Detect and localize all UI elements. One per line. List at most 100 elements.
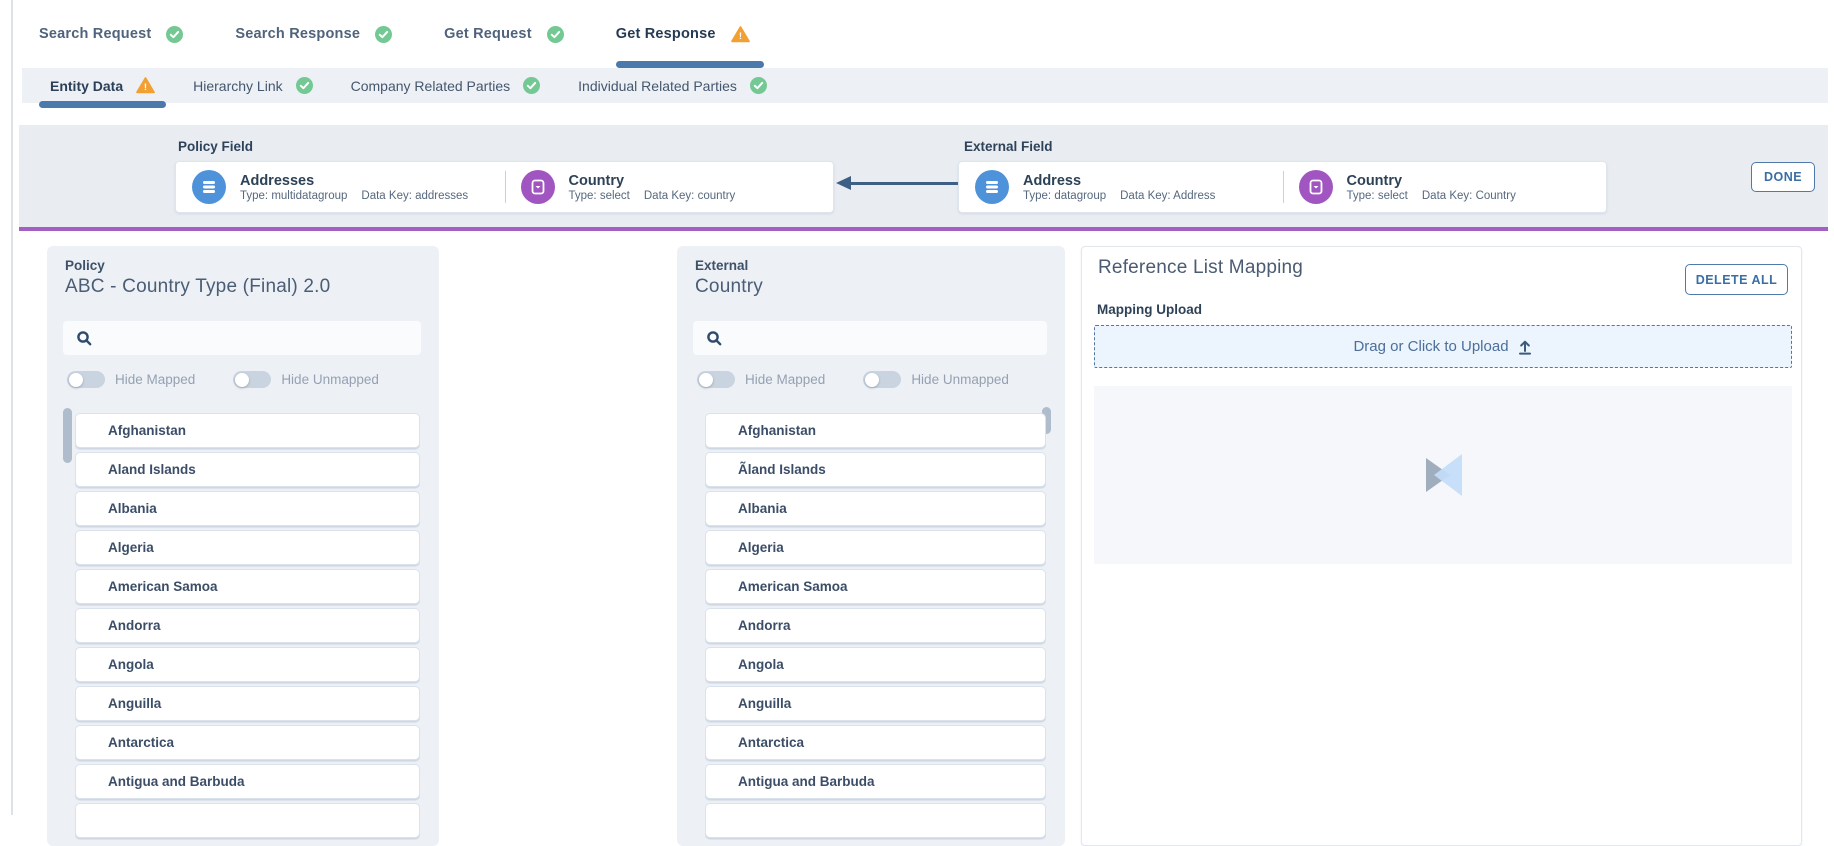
- external-search-input[interactable]: [731, 321, 1047, 355]
- step-tab-get-response[interactable]: Get Response!: [616, 0, 750, 68]
- list-item[interactable]: Angola: [75, 647, 420, 682]
- field-type: Type: select: [569, 190, 630, 202]
- tab-label: Search Response: [235, 26, 360, 42]
- list-item[interactable]: Andorra: [75, 608, 420, 643]
- list-item[interactable]: Anguilla: [75, 686, 420, 721]
- field-data-key: Data Key: Country: [1422, 190, 1516, 202]
- external-field-country[interactable]: Country Type: select Data Key: Country: [1283, 162, 1607, 212]
- tab-label: Individual Related Parties: [578, 78, 737, 94]
- list-item[interactable]: Antigua and Barbuda: [75, 764, 420, 799]
- policy-field-card[interactable]: Addresses Type: multidatagroup Data Key:…: [175, 161, 834, 213]
- active-tab-underline: [39, 101, 166, 108]
- list-item[interactable]: American Samoa: [705, 569, 1046, 604]
- policy-search-input[interactable]: [101, 321, 421, 355]
- external-search-box[interactable]: [693, 321, 1047, 355]
- hide-unmapped-label: Hide Unmapped: [911, 372, 1009, 387]
- svg-text:!: !: [144, 82, 147, 93]
- sub-tab-bar: Entity Data! Hierarchy Link Company Relate…: [22, 68, 1828, 103]
- list-item[interactable]: Algeria: [75, 530, 420, 565]
- select-icon: [1299, 170, 1333, 204]
- list-item[interactable]: Ãland Islands: [705, 452, 1046, 487]
- list-item[interactable]: American Samoa: [75, 569, 420, 604]
- list-item[interactable]: Angola: [705, 647, 1046, 682]
- field-data-key: Data Key: country: [644, 190, 735, 202]
- policy-country-list: Afghanistan Aland Islands Albania Algeria Am…: [75, 413, 420, 846]
- tab-label: Hierarchy Link: [193, 78, 282, 94]
- hide-unmapped-toggle[interactable]: [863, 371, 901, 388]
- step-tab-search-request[interactable]: Search Request: [39, 0, 183, 68]
- policy-field-addresses[interactable]: Addresses Type: multidatagroup Data Key:…: [176, 162, 505, 212]
- policy-field-country[interactable]: Country Type: select Data Key: country: [505, 162, 834, 212]
- toggle-knob: [235, 373, 249, 387]
- policy-toggle-row: Hide Mapped Hide Unmapped: [67, 371, 379, 388]
- field-divider: [1283, 171, 1285, 203]
- external-field-address[interactable]: Address Type: datagroup Data Key: Addres…: [959, 162, 1283, 212]
- field-name: Country: [569, 173, 625, 189]
- upload-dropzone-text: Drag or Click to Upload: [1353, 338, 1508, 355]
- field-name: Addresses: [240, 173, 314, 189]
- external-panel-kicker: External: [695, 258, 748, 273]
- svg-text:!: !: [739, 31, 742, 42]
- done-button[interactable]: DONE: [1751, 162, 1815, 192]
- toggle-knob: [865, 373, 879, 387]
- policy-panel: Policy ABC - Country Type (Final) 2.0 Hi…: [47, 246, 439, 846]
- list-item[interactable]: Antarctica: [705, 725, 1046, 760]
- list-item[interactable]: Algeria: [705, 530, 1046, 565]
- list-item[interactable]: Afghanistan: [705, 413, 1046, 448]
- check-status-icon: [523, 77, 540, 94]
- field-type: Type: select: [1347, 190, 1408, 202]
- tab-label: Search Request: [39, 26, 151, 42]
- list-item[interactable]: Aland Islands: [75, 452, 420, 487]
- sub-tab-entity-data[interactable]: Entity Data!: [50, 68, 155, 103]
- external-field-label: External Field: [964, 139, 1053, 154]
- step-tab-bar: Search Request Search Response Get Request…: [39, 0, 750, 68]
- reference-list-mapping-panel: Reference List Mapping DELETE ALL Mappin…: [1081, 246, 1802, 846]
- upload-dropzone[interactable]: Drag or Click to Upload: [1094, 325, 1792, 368]
- list-item[interactable]: Andorra: [705, 608, 1046, 643]
- empty-state-area: [1094, 386, 1792, 564]
- list-item[interactable]: Afghanistan: [75, 413, 420, 448]
- list-item[interactable]: Antarctica: [75, 725, 420, 760]
- list-item[interactable]: [75, 803, 420, 838]
- mapping-arrow-line: [850, 182, 958, 185]
- delete-all-button[interactable]: DELETE ALL: [1685, 264, 1788, 295]
- tab-label: Company Related Parties: [351, 78, 511, 94]
- list-item[interactable]: Anguilla: [705, 686, 1046, 721]
- active-tab-underline: [616, 61, 764, 68]
- field-mapping-bar: Policy Field Addresses Type: multidatagr…: [19, 125, 1828, 231]
- field-data-key: Data Key: addresses: [361, 190, 468, 202]
- policy-search-box[interactable]: [63, 321, 421, 355]
- list-item[interactable]: Albania: [705, 491, 1046, 526]
- hide-mapped-toggle[interactable]: [67, 371, 105, 388]
- hide-mapped-toggle[interactable]: [697, 371, 735, 388]
- datagroup-icon: [975, 170, 1009, 204]
- warning-status-icon: !: [136, 77, 155, 94]
- sub-tab-individual-related-parties[interactable]: Individual Related Parties: [578, 68, 767, 103]
- toggle-knob: [69, 373, 83, 387]
- page-left-border: [11, 0, 13, 815]
- field-divider: [505, 171, 507, 203]
- check-status-icon: [375, 26, 392, 43]
- field-name: Address: [1023, 173, 1081, 189]
- step-tab-get-request[interactable]: Get Request: [444, 0, 564, 68]
- policy-field-label: Policy Field: [178, 139, 253, 154]
- tab-label: Get Request: [444, 26, 532, 42]
- list-item[interactable]: [705, 803, 1046, 838]
- sub-tab-hierarchy-link[interactable]: Hierarchy Link: [193, 68, 312, 103]
- list-item[interactable]: Antigua and Barbuda: [705, 764, 1046, 799]
- mapping-upload-label: Mapping Upload: [1097, 302, 1202, 317]
- sub-tab-company-related-parties[interactable]: Company Related Parties: [351, 68, 541, 103]
- external-field-card[interactable]: Address Type: datagroup Data Key: Addres…: [958, 161, 1607, 213]
- field-type: Type: multidatagroup: [240, 190, 347, 202]
- field-type: Type: datagroup: [1023, 190, 1106, 202]
- hide-mapped-label: Hide Mapped: [115, 372, 195, 387]
- hide-unmapped-toggle[interactable]: [233, 371, 271, 388]
- search-icon: [706, 330, 723, 347]
- list-item[interactable]: Albania: [75, 491, 420, 526]
- step-tab-search-response[interactable]: Search Response: [235, 0, 392, 68]
- select-icon: [521, 170, 555, 204]
- hide-unmapped-label: Hide Unmapped: [281, 372, 379, 387]
- scrollbar-thumb[interactable]: [63, 408, 72, 463]
- tab-label: Get Response: [616, 26, 716, 42]
- external-panel-title: Country: [695, 276, 763, 298]
